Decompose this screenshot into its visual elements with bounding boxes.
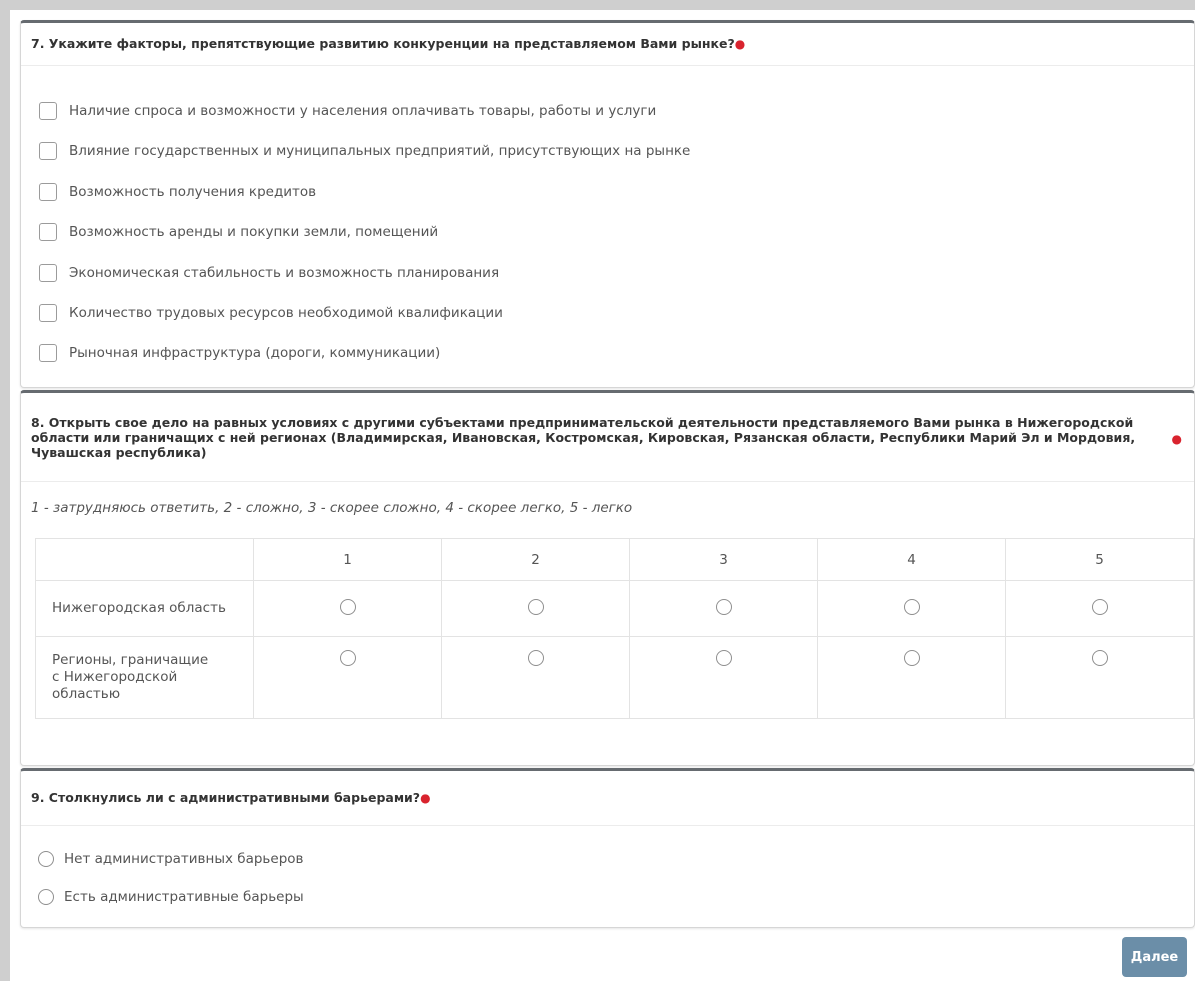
matrix-cell xyxy=(817,580,1006,637)
option-label: Количество трудовых ресурсов необходимой… xyxy=(69,305,503,321)
matrix-corner-cell xyxy=(35,538,254,581)
question-7-card: 7. Укажите факторы, препятствующие разви… xyxy=(20,20,1195,388)
matrix-cell xyxy=(441,636,630,719)
q7-option-1[interactable]: Наличие спроса и возможности у населения… xyxy=(39,102,656,120)
q7-option-3[interactable]: Возможность получения кредитов xyxy=(39,183,316,201)
radio-button[interactable] xyxy=(1091,598,1108,615)
radio-button[interactable] xyxy=(38,851,54,867)
matrix-cell xyxy=(629,636,818,719)
matrix-row: Нижегородская область xyxy=(35,580,1194,637)
required-marker: ● xyxy=(734,37,746,51)
column-header: 5 xyxy=(1005,538,1194,581)
radio-button[interactable] xyxy=(1091,650,1108,666)
column-header: 3 xyxy=(629,538,818,581)
q7-option-2[interactable]: Влияние государственных и муниципальных … xyxy=(39,142,690,160)
radio-button[interactable] xyxy=(339,598,356,615)
q7-option-4[interactable]: Возможность аренды и покупки земли, поме… xyxy=(39,223,438,241)
radio-button[interactable] xyxy=(715,650,732,666)
matrix-cell xyxy=(253,580,442,637)
question-9-text: 9. Столкнулись ли с административными ба… xyxy=(31,790,421,805)
checkbox[interactable] xyxy=(39,142,57,160)
question-9-header: 9. Столкнулись ли с административными ба… xyxy=(21,771,1194,826)
rating-matrix: 1 2 3 4 5 Нижегородская область Регионы,… xyxy=(35,538,1194,719)
q9-option-2[interactable]: Есть административные барьеры xyxy=(38,889,304,905)
checkbox[interactable] xyxy=(39,264,57,282)
required-marker: ● xyxy=(420,791,431,805)
radio-button[interactable] xyxy=(715,598,732,615)
option-label: Рыночная инфраструктура (дороги, коммуни… xyxy=(69,345,441,361)
option-label: Экономическая стабильность и возможность… xyxy=(69,265,500,281)
next-button[interactable]: Далее xyxy=(1122,937,1187,977)
radio-button[interactable] xyxy=(903,598,920,615)
column-header: 2 xyxy=(441,538,630,581)
question-7-header: 7. Укажите факторы, препятствующие разви… xyxy=(21,23,1194,66)
option-label: Возможность получения кредитов xyxy=(69,184,317,200)
radio-button[interactable] xyxy=(339,650,356,666)
q7-option-7[interactable]: Рыночная инфраструктура (дороги, коммуни… xyxy=(39,344,440,362)
row-label: Регионы, граничащие с Нижегородской обла… xyxy=(35,636,254,719)
checkbox[interactable] xyxy=(39,183,57,201)
matrix-row: Регионы, граничащие с Нижегородской обла… xyxy=(35,636,1194,719)
required-marker: ● xyxy=(1171,431,1182,446)
option-label: Возможность аренды и покупки земли, поме… xyxy=(69,224,439,240)
question-9-card: 9. Столкнулись ли с административными ба… xyxy=(20,768,1195,928)
option-label: Нет административных барьеров xyxy=(64,851,304,867)
matrix-cell xyxy=(1005,636,1194,719)
column-header: 1 xyxy=(253,538,442,581)
option-label: Наличие спроса и возможности у населения… xyxy=(69,103,657,119)
matrix-cell xyxy=(1005,580,1194,637)
row-label: Нижегородская область xyxy=(35,580,254,637)
option-label: Влияние государственных и муниципальных … xyxy=(69,143,691,159)
matrix-cell xyxy=(441,580,630,637)
radio-button[interactable] xyxy=(527,598,544,615)
matrix-header-row: 1 2 3 4 5 xyxy=(35,538,1194,581)
checkbox[interactable] xyxy=(39,344,57,362)
checkbox[interactable] xyxy=(39,102,57,120)
matrix-cell xyxy=(253,636,442,719)
radio-button[interactable] xyxy=(903,650,920,666)
matrix-cell xyxy=(629,580,818,637)
question-7-text: 7. Укажите факторы, препятствующие разви… xyxy=(31,36,735,51)
question-9-title: 9. Столкнулись ли с административными ба… xyxy=(21,790,541,806)
question-7-title: 7. Укажите факторы, препятствующие разви… xyxy=(21,36,855,52)
radio-button[interactable] xyxy=(527,650,544,666)
question-8-header: 8. Открыть свое дело на равных условиях … xyxy=(21,393,1194,482)
question-8-card: 8. Открыть свое дело на равных условиях … xyxy=(20,390,1195,766)
option-label: Есть административные барьеры xyxy=(64,889,304,905)
q9-option-1[interactable]: Нет административных барьеров xyxy=(38,851,303,867)
checkbox[interactable] xyxy=(39,304,57,322)
column-header: 4 xyxy=(817,538,1006,581)
q7-option-6[interactable]: Количество трудовых ресурсов необходимой… xyxy=(39,304,503,322)
matrix-cell xyxy=(817,636,1006,719)
q7-option-5[interactable]: Экономическая стабильность и возможность… xyxy=(39,264,499,282)
radio-button[interactable] xyxy=(38,889,54,905)
question-8-title: 8. Открыть свое дело на равных условиях … xyxy=(21,415,1194,460)
checkbox[interactable] xyxy=(39,223,57,241)
question-8-text: 8. Открыть свое дело на равных условиях … xyxy=(31,414,1136,460)
scale-hint: 1 - затрудняюсь ответить, 2 - сложно, 3 … xyxy=(31,500,633,516)
survey-page: 7. Укажите факторы, препятствующие разви… xyxy=(10,10,1195,981)
